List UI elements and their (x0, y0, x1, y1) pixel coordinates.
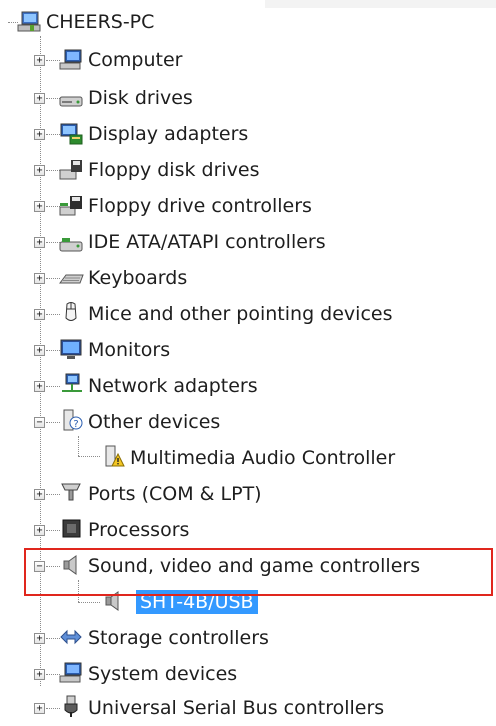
expand-icon[interactable]: + (34, 309, 45, 320)
expand-icon[interactable]: + (34, 525, 45, 536)
tree-item-label: IDE ATA/ATAPI controllers (88, 231, 326, 253)
expand-icon[interactable]: + (34, 703, 45, 714)
tree-item-label: Storage controllers (88, 627, 269, 649)
expand-icon[interactable]: + (34, 633, 45, 644)
mouse-icon (65, 302, 77, 321)
computer-icon (17, 11, 41, 32)
display-adapter-icon (60, 123, 83, 145)
tree-item-label: Disk drives (88, 87, 193, 109)
expand-icon[interactable]: + (34, 345, 45, 356)
expand-icon[interactable]: + (34, 55, 45, 66)
processor-icon (62, 519, 81, 538)
port-icon (61, 483, 81, 501)
collapse-icon[interactable]: − (34, 417, 45, 428)
other-devices-branch-line (78, 436, 79, 456)
tree-item-label: Multimedia Audio Controller (130, 447, 396, 469)
tree-item-label: System devices (88, 663, 238, 685)
tree-item-label: Other devices (88, 411, 221, 433)
tree-item-label: Monitors (88, 339, 171, 361)
storage-controller-icon (60, 629, 82, 645)
disk-drive-icon (59, 96, 83, 107)
expand-icon[interactable]: + (34, 381, 45, 392)
ide-controller-icon (59, 238, 83, 252)
tree-item-label: Mice and other pointing devices (88, 303, 393, 325)
header-fade (265, 0, 496, 8)
tree-item-label: Display adapters (88, 123, 249, 145)
highlight-box (24, 548, 493, 596)
expand-icon[interactable]: + (34, 489, 45, 500)
monitor-icon (60, 339, 82, 359)
network-adapter-icon (62, 373, 82, 392)
tree-item-label: Keyboards (88, 267, 188, 289)
tree-item-label: Universal Serial Bus controllers (88, 697, 385, 719)
expand-icon[interactable]: + (34, 165, 45, 176)
unknown-device-icon: ? (63, 409, 83, 431)
svg-text:?: ? (73, 419, 78, 430)
tree-item-label: Network adapters (88, 375, 258, 397)
device-tree: CHEERS-PC + Computer + Disk drives + Dis… (0, 0, 496, 725)
expand-icon[interactable]: + (34, 93, 45, 104)
floppy-disk-icon (59, 160, 82, 180)
keyboard-icon (59, 274, 84, 284)
system-device-icon (59, 662, 82, 683)
tree-item-label: Floppy drive controllers (88, 195, 312, 217)
tree-item-label: Computer (88, 49, 183, 71)
tree-item-label: Floppy disk drives (88, 159, 260, 181)
computer-icon (59, 49, 82, 70)
expand-icon[interactable]: + (34, 237, 45, 248)
sound-child-line (78, 602, 100, 603)
tree-item-label: Processors (88, 519, 190, 541)
expand-icon[interactable]: + (34, 669, 45, 680)
other-devices-child-line (78, 456, 100, 457)
floppy-controller-icon (59, 196, 82, 216)
root-label: CHEERS-PC (46, 11, 155, 33)
expand-icon[interactable]: + (34, 129, 45, 140)
expand-icon[interactable]: + (34, 201, 45, 212)
tree-item-label: Ports (COM & LPT) (88, 483, 262, 505)
warning-device-icon (105, 445, 125, 467)
usb-icon (64, 695, 78, 717)
expand-icon[interactable]: + (34, 273, 45, 284)
